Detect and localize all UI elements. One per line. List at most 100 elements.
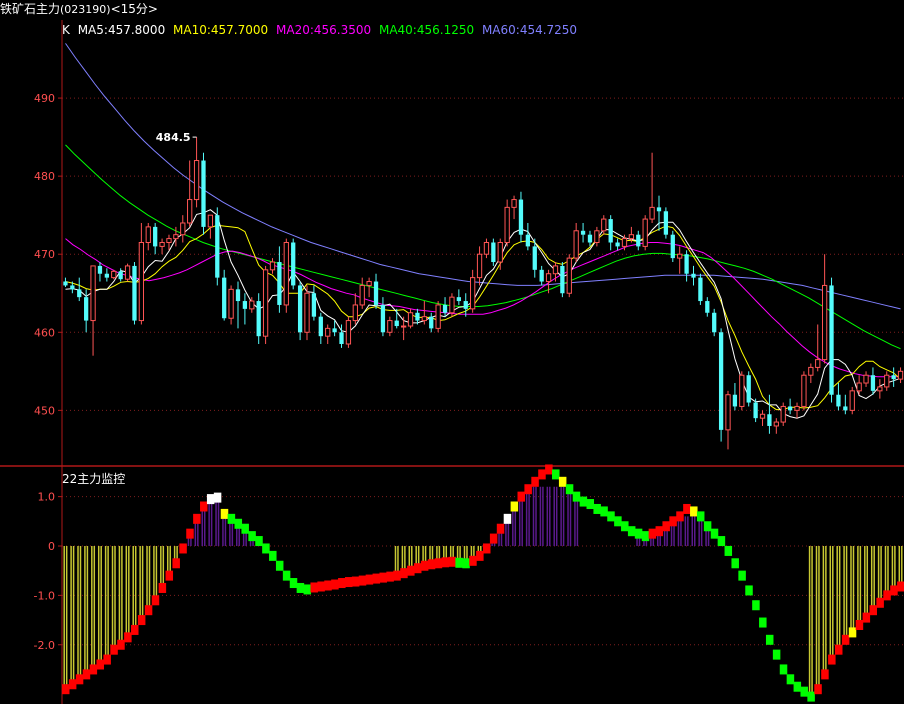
candle-body <box>256 301 261 337</box>
indicator-block <box>193 513 201 524</box>
candle-body <box>504 206 510 244</box>
indicator-block <box>538 469 546 480</box>
indicator-block <box>420 560 429 571</box>
indicator-block <box>269 550 277 561</box>
indicator-block <box>434 558 443 569</box>
candle-body <box>449 296 455 314</box>
candle-body <box>153 226 158 247</box>
candle-body <box>628 234 635 240</box>
candle-body <box>773 421 779 427</box>
candle-body <box>325 327 331 337</box>
ma10-line <box>65 224 901 411</box>
candle-body <box>560 265 565 294</box>
candle-body <box>207 214 214 228</box>
indicator-block <box>483 543 491 554</box>
candle-body <box>291 242 296 286</box>
candle-body <box>677 253 683 259</box>
indicator-block <box>779 664 788 675</box>
indicator-block <box>158 582 167 593</box>
indicator-block <box>413 563 422 574</box>
candle-body <box>269 261 276 271</box>
indicator-block <box>227 513 236 524</box>
indicator-block <box>786 674 795 685</box>
candle-body <box>311 293 317 317</box>
candle-body <box>242 301 248 309</box>
candle-body <box>222 277 227 319</box>
indicator-block <box>717 536 726 547</box>
high-marker-label: 484.5 <box>156 131 191 144</box>
indicator-block <box>572 491 581 502</box>
indicator-block <box>897 581 904 592</box>
candle-body <box>698 277 703 302</box>
indicator-block <box>738 570 746 581</box>
candle-body <box>642 218 648 247</box>
indicator-block <box>262 543 270 554</box>
indicator-block <box>75 674 84 685</box>
ma20-label: MA20:456.3500 <box>276 23 372 37</box>
ma60-label: MA60:454.7250 <box>481 23 578 37</box>
indicator-block <box>876 597 884 608</box>
candle-body <box>387 320 393 333</box>
indicator-block <box>586 499 595 510</box>
candle-body <box>262 269 269 337</box>
indicator-block <box>731 558 739 569</box>
candle-body <box>249 300 255 310</box>
candle-body <box>684 254 689 274</box>
indicator-block <box>834 644 843 655</box>
candle-body <box>159 242 165 247</box>
indicator-block <box>710 528 719 539</box>
indicator-block <box>641 531 650 542</box>
indicator-block <box>89 664 98 675</box>
indicator-block <box>883 590 891 601</box>
indicator-block <box>869 605 877 616</box>
candle-body <box>601 218 607 232</box>
indicator-y-tick-label: -1.0 <box>34 589 55 602</box>
indicator-block <box>848 627 857 638</box>
candle-body <box>870 375 876 391</box>
indicator-block <box>220 508 229 519</box>
ma20-line <box>65 238 901 378</box>
candle-body <box>77 289 82 298</box>
candle-body <box>843 406 848 411</box>
indicator-block <box>662 521 670 532</box>
indicator-block <box>655 526 664 537</box>
chart-canvas[interactable]: 490 480 470 460 450 1.0 0 -1.0 -2.0 484.5 <box>0 0 904 704</box>
candle-body <box>739 374 745 407</box>
candle-body <box>180 222 186 236</box>
candle-body <box>594 230 600 244</box>
candle-body <box>511 199 517 208</box>
candle-body <box>649 206 655 220</box>
candle-body <box>193 160 200 201</box>
indicator-block <box>862 612 871 623</box>
candle-body <box>746 375 751 403</box>
indicator-block <box>365 574 374 585</box>
candle-body <box>456 297 461 302</box>
main-y-tick-label: 470 <box>34 248 55 261</box>
candle-body <box>815 359 821 368</box>
candle-body <box>891 375 896 380</box>
candle-body <box>373 281 379 305</box>
indicator-block <box>614 516 622 527</box>
candle-body <box>463 301 468 309</box>
candle-body <box>215 215 220 278</box>
candle-body <box>656 207 662 212</box>
indicator-block <box>96 659 105 670</box>
candle-body <box>753 402 758 419</box>
candle-body <box>283 242 289 306</box>
candle-body <box>407 312 414 327</box>
indicator-block <box>351 576 360 587</box>
candle-body <box>380 304 386 333</box>
candle-body <box>732 394 738 407</box>
indicator-block <box>772 649 781 660</box>
candle-body <box>359 284 365 306</box>
candle-body <box>615 242 620 247</box>
ma-legend: K MA5:457.8000 MA10:457.7000 MA20:456.35… <box>62 22 581 38</box>
indicator-block <box>137 615 146 626</box>
candle-body <box>63 281 68 286</box>
candle-body <box>304 292 310 333</box>
indicator-block <box>558 476 567 487</box>
candle-body <box>621 238 628 247</box>
indicator-block <box>317 581 325 592</box>
candle-body <box>836 394 841 407</box>
candle-body <box>518 199 524 235</box>
